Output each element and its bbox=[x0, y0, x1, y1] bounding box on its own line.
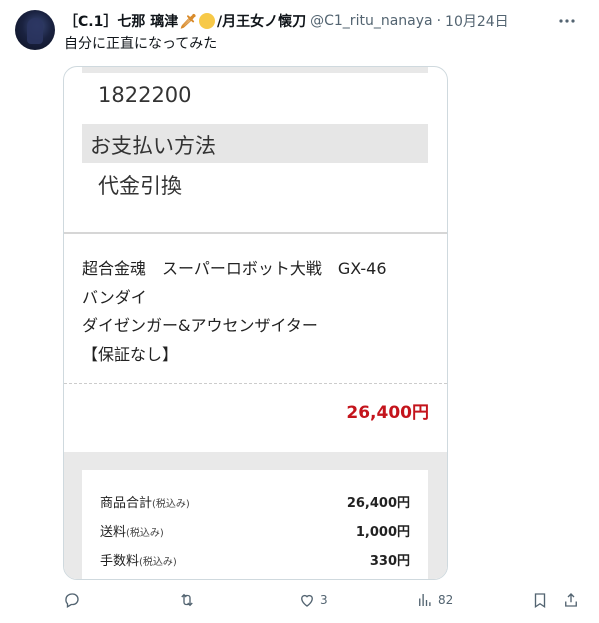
summary-row: 手数料(税込み) 330円 bbox=[100, 550, 410, 572]
payment-heading: お支払い方法 bbox=[90, 134, 216, 158]
product-line: ダイゼンガー&アウセンザイター bbox=[82, 316, 318, 335]
product-line: バンダイ bbox=[82, 287, 147, 307]
payment-method: 代金引換 bbox=[98, 174, 182, 198]
user-handle[interactable]: @C1_ritu_nanaya bbox=[310, 13, 432, 29]
summary-row: 商品合計(税込み) 26,400円 bbox=[100, 492, 410, 514]
summary-value: 26,400円 bbox=[346, 496, 410, 511]
bookmark-icon bbox=[534, 593, 546, 609]
display-name-text: ［C.1］七那 璃津 bbox=[64, 14, 179, 30]
divider bbox=[64, 232, 447, 234]
product-price: 26,400円 bbox=[346, 403, 429, 423]
bookmark-button[interactable] bbox=[531, 588, 549, 612]
display-name-suffix: /月王女ノ懐刀 bbox=[217, 14, 307, 30]
summary-row: 送料(税込み) 1,000円 bbox=[100, 521, 410, 543]
summary-label: 商品合計(税込み) bbox=[100, 496, 190, 511]
summary-label: 手数料(税込み) bbox=[100, 554, 177, 569]
views-button[interactable]: 82 bbox=[416, 588, 453, 612]
product-description: 超合金魂 スーパーロボット大戦 GX-46 バンダイ ダイゼンガー&アウセンザイ… bbox=[82, 255, 387, 369]
summary-value: 330円 bbox=[369, 554, 410, 569]
separator-dot: · bbox=[436, 13, 442, 29]
like-button[interactable]: 3 bbox=[298, 588, 328, 612]
tweet[interactable]: ［C.1］七那 璃津🗡 /月王女ノ懐刀 @C1_ritu_nanaya · 10月… bbox=[0, 0, 599, 623]
views-icon bbox=[419, 594, 431, 606]
dashed-divider bbox=[64, 383, 447, 384]
more-icon[interactable] bbox=[557, 11, 577, 31]
avatar[interactable] bbox=[15, 10, 55, 50]
sword-emoji-icon: 🗡 bbox=[179, 14, 197, 30]
attached-image[interactable]: 1822200 お支払い方法 代金引換 超合金魂 スーパーロボット大戦 GX-4… bbox=[63, 66, 448, 580]
reply-icon bbox=[65, 593, 79, 608]
reply-button[interactable] bbox=[63, 588, 85, 612]
share-button[interactable] bbox=[562, 588, 580, 612]
summary-box: 商品合計(税込み) 26,400円 送料(税込み) 1,000円 手数料(税込み… bbox=[82, 470, 428, 579]
receipt-number: 1822200 bbox=[98, 83, 192, 107]
action-bar: 3 82 bbox=[0, 588, 599, 612]
tweet-text: 自分に正直になってみた bbox=[64, 36, 218, 52]
tweet-header: ［C.1］七那 璃津🗡 /月王女ノ懐刀 @C1_ritu_nanaya · 10月… bbox=[64, 10, 559, 32]
share-icon bbox=[565, 593, 577, 607]
product-line: 【保証なし】 bbox=[82, 344, 179, 364]
product-line: 超合金魂 スーパーロボット大戦 GX-46 bbox=[82, 259, 387, 278]
retweet-button[interactable] bbox=[178, 588, 200, 612]
receipt-top-bar bbox=[82, 67, 428, 73]
summary-value: 1,000円 bbox=[355, 525, 410, 540]
tweet-date[interactable]: 10月24日 bbox=[445, 11, 509, 31]
retweet-icon bbox=[181, 593, 193, 607]
moon-emoji-icon bbox=[199, 13, 215, 29]
summary-label: 送料(税込み) bbox=[100, 525, 164, 540]
display-name[interactable]: ［C.1］七那 璃津🗡 /月王女ノ懐刀 bbox=[64, 11, 306, 31]
like-icon bbox=[301, 594, 313, 607]
